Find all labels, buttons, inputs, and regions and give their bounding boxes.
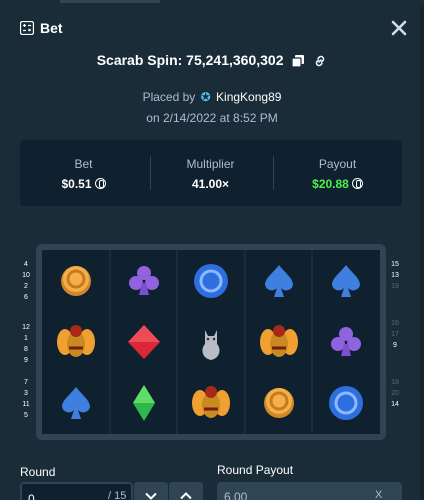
- payline-number: 17: [391, 331, 399, 338]
- payline-number: 6: [24, 294, 28, 301]
- payline-number: 1: [24, 335, 28, 342]
- round-label: Round: [20, 465, 56, 479]
- payline-number: 7: [24, 379, 28, 386]
- reel-cell: [111, 250, 177, 310]
- bet-stats-panel: Bet $0.51 Multiplier 41.00× Payout $20.8…: [20, 140, 402, 206]
- payline-number: 18: [391, 379, 399, 386]
- payline-number: 10: [22, 272, 30, 279]
- spade-symbol-icon: [264, 265, 293, 297]
- payline-number: 15: [391, 261, 399, 268]
- club-symbol-icon: [331, 327, 362, 356]
- reel-cell: [178, 372, 244, 432]
- payline-number: 4: [24, 261, 28, 268]
- multiplier-suffix: X: [375, 489, 383, 500]
- username-link[interactable]: KingKong89: [216, 90, 281, 104]
- reel-cell: [246, 372, 312, 432]
- payline-number: 11: [22, 401, 30, 408]
- payline-number: 16: [391, 320, 399, 327]
- cat-symbol-icon: [202, 330, 220, 360]
- reel-cell: [246, 250, 312, 310]
- reel-cell: [111, 311, 177, 371]
- coin-symbol-icon: [61, 266, 91, 296]
- copy-icon[interactable]: [291, 54, 305, 68]
- payline-group: 15 13 19: [387, 259, 403, 292]
- bet-id-line: Scarab Spin: 75,241,360,302: [0, 52, 424, 68]
- round-down-button[interactable]: [134, 482, 168, 500]
- reel-cell: [43, 250, 109, 310]
- scarab-symbol-icon: [192, 386, 231, 418]
- multiplier-label: Multiplier: [186, 157, 235, 171]
- slot-board: [42, 250, 380, 434]
- bet-label: Bet: [74, 157, 93, 171]
- modal-header: Bet: [0, 0, 424, 56]
- stat-bet: Bet $0.51: [20, 140, 147, 206]
- payline-number: 13: [391, 272, 399, 279]
- round-payout-label: Round Payout: [217, 463, 294, 477]
- payline-number: 2: [24, 283, 28, 290]
- chevron-down-icon: [145, 492, 157, 500]
- payline-group: 4 10 2 6: [18, 259, 34, 303]
- reel-cell: [246, 311, 312, 371]
- stat-payout: Payout $20.88: [274, 140, 401, 206]
- star-icon: ✪: [200, 90, 211, 104]
- placed-by-line: Placed by ✪ KingKong89: [0, 90, 424, 104]
- emerald-symbol-icon: [132, 385, 155, 421]
- payline-number: 5: [24, 412, 28, 419]
- reel-cell: [178, 311, 244, 371]
- spade-symbol-icon: [62, 387, 90, 419]
- payline-number: 8: [24, 346, 28, 353]
- close-icon[interactable]: [390, 19, 408, 37]
- round-up-button[interactable]: [169, 482, 203, 500]
- currency-icon: [351, 178, 363, 189]
- bet-icon: [20, 21, 34, 35]
- payline-number: 14: [391, 401, 399, 408]
- chevron-up-icon: [180, 492, 192, 500]
- stat-multiplier: Multiplier 41.00×: [147, 140, 274, 206]
- scrollbar[interactable]: [420, 5, 424, 500]
- currency-icon: [94, 178, 106, 189]
- coin-symbol-icon: [263, 388, 294, 418]
- placed-by-label: Placed by: [142, 90, 196, 104]
- scarab-symbol-icon: [57, 325, 95, 357]
- bet-amount: $0.51: [20, 177, 147, 191]
- payline-number: 9: [393, 342, 397, 349]
- spade-symbol-icon: [332, 265, 361, 297]
- payline-number: 12: [22, 324, 30, 331]
- diamond-symbol-icon: [127, 325, 160, 359]
- reel-cell: [43, 311, 109, 371]
- reel-cell: [43, 372, 109, 432]
- payline-group: 18 20 14: [387, 377, 403, 410]
- reel-cell: [111, 372, 177, 432]
- reel-cell: [178, 250, 244, 310]
- payout-label: Payout: [318, 157, 357, 171]
- tab-accent: [60, 0, 160, 3]
- club-symbol-icon: [128, 266, 159, 295]
- payline-number: 3: [24, 390, 28, 397]
- ring-symbol-icon: [329, 386, 364, 420]
- payout-amount: $20.88: [274, 177, 401, 191]
- payline-group: 16 17 9: [387, 318, 403, 351]
- ring-symbol-icon: [194, 264, 229, 298]
- reel-cell: [313, 372, 379, 432]
- payline-number: 20: [391, 390, 399, 397]
- multiplier-value: 41.00×: [191, 177, 230, 191]
- scarab-symbol-icon: [259, 325, 298, 357]
- game-bet-id: Scarab Spin: 75,241,360,302: [96, 52, 284, 68]
- modal-title: Bet: [40, 20, 63, 36]
- payline-number: 19: [391, 283, 399, 290]
- round-total: / 15: [108, 490, 127, 500]
- bet-date: on 2/14/2022 at 8:52 PM: [146, 111, 278, 125]
- reel-cell: [313, 250, 379, 310]
- payline-group: 7 3 11 5: [18, 377, 34, 421]
- link-icon[interactable]: [313, 54, 327, 68]
- reel-cell: [313, 311, 379, 371]
- payline-number: 9: [24, 357, 28, 364]
- payline-group: 12 1 8 9: [18, 322, 34, 366]
